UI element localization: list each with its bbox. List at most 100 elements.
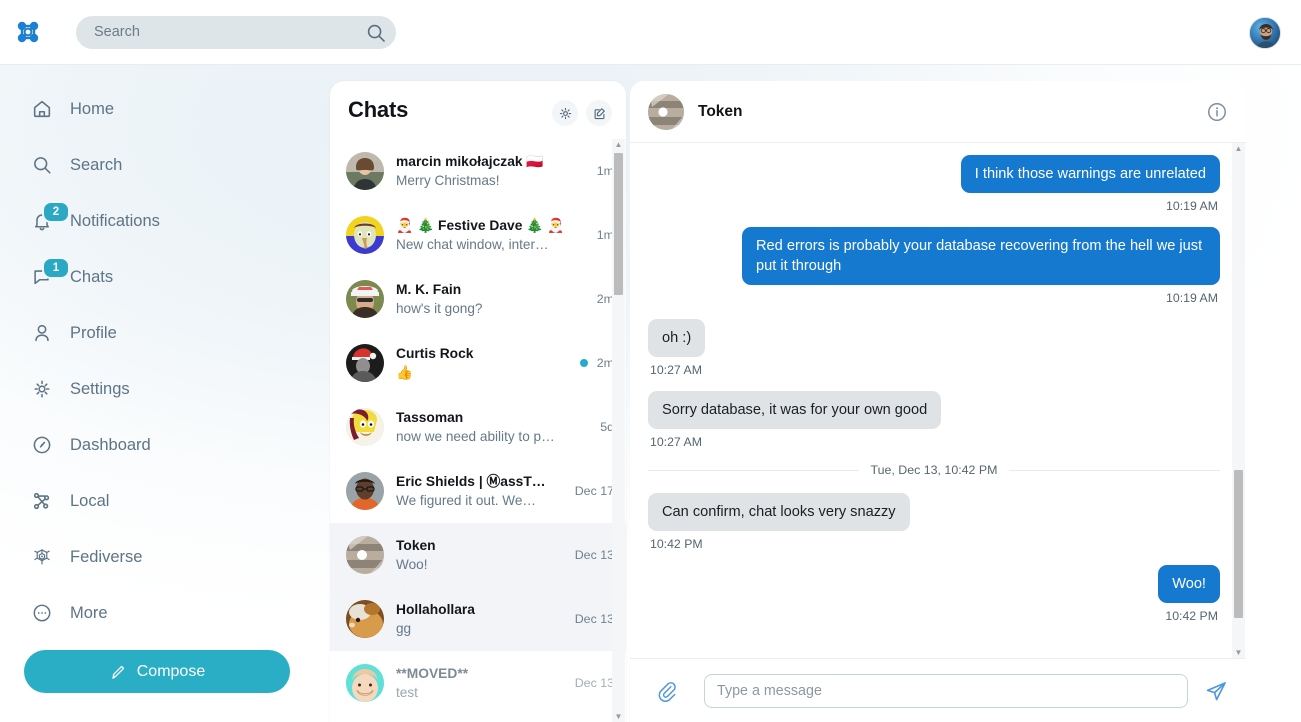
- pencil-square-icon: [594, 107, 605, 119]
- list-item[interactable]: 🎅 🎄 Festive Dave 🎄 🎅 New chat window, in…: [330, 203, 626, 267]
- avatar[interactable]: [648, 93, 684, 130]
- notifications-badge: 2: [42, 201, 70, 223]
- home-icon: [30, 97, 54, 121]
- list-item[interactable]: M. K. Fain how's it gong? 2m: [330, 267, 626, 331]
- scrollbar-thumb[interactable]: [614, 153, 623, 295]
- gear-icon: [559, 107, 571, 119]
- sidebar-item-label: Home: [70, 99, 115, 118]
- sidebar-item-label: Local: [70, 491, 110, 510]
- sidebar-item-more[interactable]: More: [0, 593, 300, 633]
- list-item-texts: 🎅 🎄 Festive Dave 🎄 🎅 New chat window, in…: [396, 217, 591, 254]
- chat-preview: how's it gong?: [396, 300, 483, 316]
- chat-name: marcin mikołajczak 🇵🇱: [396, 153, 544, 169]
- chat-list[interactable]: marcin mikołajczak 🇵🇱 Merry Christmas! 1…: [330, 139, 626, 722]
- message-bubble[interactable]: Sorry database, it was for your own good: [648, 391, 942, 429]
- message-timestamp: 10:27 AM: [650, 435, 702, 449]
- list-item-texts: marcin mikołajczak 🇵🇱 Merry Christmas!: [396, 153, 591, 190]
- scroll-down-arrow[interactable]: ▼: [1234, 648, 1243, 657]
- search-icon[interactable]: [366, 23, 386, 43]
- chat-preview: now we need ability to p…: [396, 428, 555, 444]
- graph-nodes-logo-icon[interactable]: [14, 18, 42, 46]
- message-bubble[interactable]: Red errors is probably your database rec…: [742, 227, 1220, 285]
- new-chat-button[interactable]: [586, 100, 612, 126]
- gear-icon: [30, 377, 54, 401]
- list-item[interactable]: Curtis Rock 👍 2m: [330, 331, 626, 395]
- list-item-texts: Token Woo!: [396, 537, 569, 574]
- compose-button[interactable]: Compose: [24, 650, 290, 693]
- global-search[interactable]: [76, 15, 396, 49]
- network-icon: [30, 489, 54, 513]
- sidebar-item-fediverse[interactable]: Fediverse: [0, 537, 300, 577]
- scroll-down-arrow[interactable]: ▼: [614, 712, 623, 721]
- scrollbar-thumb[interactable]: [1234, 470, 1243, 618]
- message-timestamp: 10:19 AM: [1166, 291, 1218, 305]
- chat-timestamp: Dec 13: [574, 612, 614, 626]
- conversation-panel: Token I think those warnings are unrelat…: [630, 81, 1246, 722]
- sidebar-item-label: Chats: [70, 267, 114, 286]
- message-timestamp: 10:42 PM: [1165, 609, 1218, 623]
- list-item-meta: 2m: [579, 356, 614, 370]
- message-bubble[interactable]: Woo!: [1158, 565, 1220, 603]
- chat-list-scrollbar[interactable]: ▲ ▼: [612, 139, 625, 722]
- message-input[interactable]: [704, 673, 1188, 708]
- chats-panel: Chats marcin mikołajczak �: [330, 81, 626, 722]
- chat-name: Token: [396, 537, 436, 553]
- avatar: [346, 664, 384, 702]
- search-icon: [30, 153, 54, 177]
- message-group: Woo! 10:42 PM: [648, 565, 1220, 623]
- avatar[interactable]: [1249, 17, 1281, 49]
- message-list[interactable]: I think those warnings are unrelated 10:…: [630, 143, 1246, 658]
- sidebar-item-label: Settings: [70, 379, 130, 398]
- list-item-texts: Eric Shields | ⓂassT… We figured it out.…: [396, 473, 569, 510]
- sidebar-item-local[interactable]: Local: [0, 481, 300, 521]
- sidebar-item-label: Fediverse: [70, 547, 143, 566]
- search-input[interactable]: [76, 15, 396, 49]
- chat-name: M. K. Fain: [396, 281, 462, 297]
- list-item-meta: Dec 13: [575, 676, 614, 690]
- list-item[interactable]: **MOVED** test Dec 13: [330, 651, 626, 715]
- pencil-icon: [111, 665, 124, 679]
- list-item[interactable]: Eric Shields | ⓂassT… We figured it out.…: [330, 459, 626, 523]
- message-group: Can confirm, chat looks very snazzy 10:4…: [648, 493, 1220, 551]
- sidebar-item-profile[interactable]: Profile: [0, 313, 300, 353]
- sidebar-item-search[interactable]: Search: [0, 145, 300, 185]
- list-item-texts: **MOVED** test: [396, 665, 569, 702]
- chat-timestamp: Dec 13: [574, 548, 614, 562]
- person-icon: [30, 321, 54, 345]
- page-title: Chats: [348, 97, 409, 122]
- token-avatar-image: [648, 93, 684, 130]
- list-item[interactable]: Token Woo! Dec 13: [330, 523, 626, 587]
- sidebar-item-notifications[interactable]: 2 Notifications: [0, 201, 300, 241]
- list-item-texts: M. K. Fain how's it gong?: [396, 281, 591, 318]
- list-item[interactable]: marcin mikołajczak 🇵🇱 Merry Christmas! 1…: [330, 139, 626, 203]
- sidebar-item-dashboard[interactable]: Dashboard: [0, 425, 300, 465]
- message-list-scrollbar[interactable]: ▲ ▼: [1232, 143, 1245, 658]
- list-item[interactable]: Tassoman now we need ability to p… 5d: [330, 395, 626, 459]
- sidebar-item-chats[interactable]: 1 Chats: [0, 257, 300, 297]
- paperclip-icon[interactable]: [656, 680, 678, 702]
- conversation-title: Token: [698, 102, 743, 120]
- message-bubble[interactable]: I think those warnings are unrelated: [960, 155, 1220, 193]
- chat-settings-button[interactable]: [552, 100, 578, 126]
- chat-timestamp: Dec 17: [574, 484, 614, 498]
- message-bubble[interactable]: Can confirm, chat looks very snazzy: [648, 493, 910, 531]
- sidebar-item-settings[interactable]: Settings: [0, 369, 300, 409]
- chat-timestamp: Dec 13: [574, 676, 614, 690]
- chat-preview: 👍: [396, 364, 413, 380]
- sidebar-item-home[interactable]: Home: [0, 89, 300, 129]
- chat-preview: Woo!: [396, 556, 428, 572]
- chat-name: **MOVED**: [396, 665, 469, 681]
- ellipsis-circle-icon: [30, 601, 54, 625]
- message-bubble[interactable]: oh :): [648, 319, 706, 357]
- message-composer: [630, 658, 1246, 722]
- scroll-up-arrow[interactable]: ▲: [614, 140, 623, 149]
- sidebar-item-label: Notifications: [70, 211, 160, 230]
- info-circle-icon[interactable]: [1206, 101, 1228, 123]
- list-item[interactable]: Hollahollara gg Dec 13: [330, 587, 626, 651]
- send-paper-plane-icon[interactable]: [1204, 679, 1228, 703]
- unread-indicator: [579, 359, 588, 367]
- chat-preview: gg: [396, 620, 412, 636]
- primary-sidebar: Home Search 2 Notifications 1 Chats Prof…: [0, 65, 330, 722]
- scroll-up-arrow[interactable]: ▲: [1234, 144, 1243, 153]
- message-group: I think those warnings are unrelated 10:…: [648, 155, 1220, 213]
